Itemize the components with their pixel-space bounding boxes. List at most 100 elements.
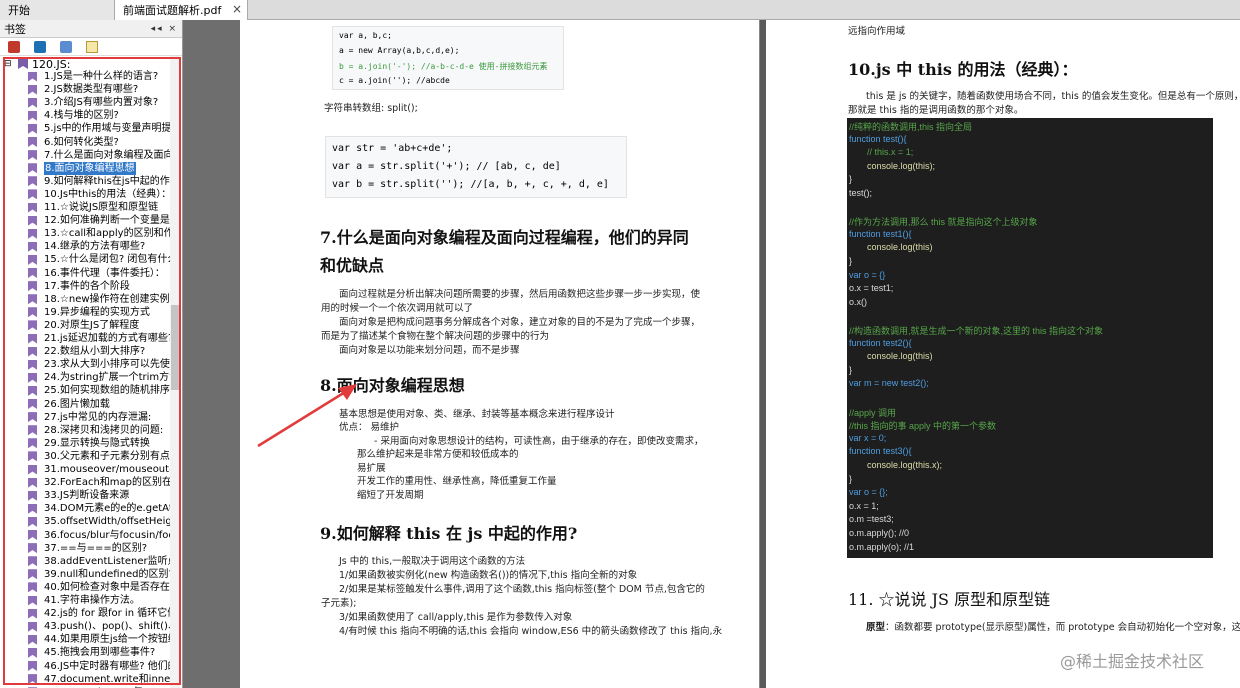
bookmark-tree: ⊟ 120.JS: 1.JS是一种什么样的语言? 2.JS数据类型有哪些? 3.介绍… <box>0 56 183 688</box>
bookmark-item[interactable]: 36.focus/blur与focusin/focusout <box>28 529 178 542</box>
bookmark-item[interactable]: 45.拖拽会用到哪些事件? <box>28 646 178 659</box>
bookmark-item[interactable]: 1.JS是一种什么样的语言? <box>28 70 178 83</box>
bookmark-item[interactable]: 11.☆说说JS原型和原型链 <box>28 201 178 214</box>
code-line: function test1(){ <box>849 228 912 239</box>
bookmark-item[interactable]: 12.如何准确判断一个变量是数组 <box>28 214 178 227</box>
bookmark-item[interactable]: 35.offsetWidth/offsetHeight、c <box>28 515 178 528</box>
code-line: //this 指向的事 apply 中的第一个参数 <box>849 421 997 432</box>
bookmark-item[interactable]: 27.js中常见的内存泄漏: <box>28 411 178 424</box>
paragraph-line: - 采用面向对象思想设计的结构，可读性高，由于继承的存在，即使改变需求， <box>374 436 704 447</box>
bookmark-item[interactable]: 15.☆什么是闭包? 闭包有什么作用 <box>28 253 178 266</box>
bookmark-item[interactable]: 20.对原生JS了解程度 <box>28 319 178 332</box>
bookmark-item[interactable]: 21.js延迟加载的方式有哪些? <box>28 332 178 345</box>
bookmark-item[interactable]: 14.继承的方法有哪些? <box>28 240 178 253</box>
bookmark-icon <box>28 97 37 108</box>
bookmark-icon <box>28 399 37 409</box>
bookmark-item[interactable]: 24.为string扩展一个trim方法,取 <box>28 371 178 384</box>
bookmark-root[interactable]: ⊟ 120.JS: <box>4 57 70 71</box>
bookmark-item[interactable]: 29.显示转换与隐式转换 <box>28 437 178 450</box>
bookmark-item-label: 16.事件代理（事件委托）： <box>44 267 165 279</box>
bookmark-item[interactable]: 46.JS中定时器有哪些? 他们的区 <box>28 660 178 673</box>
bookmark-item-label: 42.js的 for 跟for in 循环它们之间 <box>44 608 178 620</box>
bookmark-item[interactable]: 43.push()、pop()、shift()、uns <box>28 620 178 633</box>
bookmark-item[interactable]: 42.js的 for 跟for in 循环它们之间 <box>28 607 178 620</box>
code-line: // this.x = 1; <box>867 147 914 158</box>
bookmark-item[interactable]: 16.事件代理（事件委托）： <box>28 267 178 280</box>
bookmark-item[interactable]: 41.字符串操作方法。 <box>28 594 178 607</box>
pdf-page-right: 远指向作用域 10.js 中 this 的用法（经典）： this 是 js 的… <box>766 20 1240 688</box>
code-line: var b = str.split(''); //[a, b, +, c, +,… <box>332 179 609 190</box>
bookmark-icon <box>28 346 37 357</box>
paragraph-line: 那么维护起来是非常方便和较低成本的 <box>357 449 519 460</box>
bookmark-item[interactable]: 19.异步编程的实现方式 <box>28 306 178 319</box>
code-line: console.log(this); <box>867 160 936 171</box>
tab-start[interactable]: 开始 <box>0 0 115 20</box>
bookmark-item[interactable]: 2.JS数据类型有哪些? <box>28 83 178 96</box>
heading-11: 11. ☆说说 JS 原型和原型链 <box>848 590 1051 609</box>
bookmark-item-label: 17.事件的各个阶段 <box>44 280 130 292</box>
bookmark-item[interactable]: 39.null和undefined的区别? <box>28 568 178 581</box>
bookmark-item[interactable]: 33.JS判断设备来源 <box>28 489 178 502</box>
bookmark-item-label: 7.什么是面向对象编程及面向过程 <box>44 149 178 161</box>
bookmark-panel-title: 书签 <box>4 22 26 36</box>
bookmark-item[interactable]: 9.如何解释this在js中起的作用? <box>28 175 178 188</box>
bookmark-item-label: 24.为string扩展一个trim方法,取 <box>44 372 178 384</box>
add-bookmark-icon[interactable] <box>8 40 20 53</box>
bookmark-item[interactable]: 37.==与===的区别? <box>28 542 178 555</box>
bookmark-item[interactable]: 10.Js中this的用法（经典）： <box>28 188 178 201</box>
bookmark-item-label: 36.focus/blur与focusin/focusout <box>44 529 178 541</box>
bookmark-icon <box>28 372 37 383</box>
panel-controls-icon[interactable]: ◂◂ × <box>151 24 178 34</box>
bookmark-item-label: 19.异步编程的实现方式 <box>44 306 150 318</box>
bookmark-item[interactable]: 5.js中的作用域与变量声明提升 <box>28 122 178 135</box>
collapse-toggle-icon[interactable]: ⊟ <box>4 59 14 69</box>
code-line: function test2(){ <box>849 337 912 348</box>
bookmark-item[interactable]: 4.栈与堆的区别? <box>28 109 178 122</box>
watermark: @稀土掘金技术社区 <box>1060 652 1205 671</box>
bookmark-item-label: 23.求从大到小排序可以先使数组 <box>44 359 178 371</box>
bookmark-item[interactable]: 18.☆new操作符在创建实例的时候 <box>28 293 178 306</box>
bookmark-item[interactable]: 28.深拷贝和浅拷贝的问题: <box>28 424 178 437</box>
bookmark-item-label: 43.push()、pop()、shift()、uns <box>44 621 178 633</box>
code-line: o.m.apply(); //0 <box>849 528 910 538</box>
bookmark-item[interactable]: 40.如何检查对象中是否存在某个 <box>28 581 178 594</box>
heading-7-cont: 和优缺点 <box>320 256 385 275</box>
close-icon[interactable]: × <box>232 2 242 16</box>
paragraph-line: 3/如果函数使用了 call/apply,this 是作为参数传入对象 <box>339 612 573 623</box>
bookmark-item-label: 6.如何转化类型? <box>44 136 119 148</box>
bookmark-item[interactable]: 31.mouseover/mouseout与mou <box>28 463 178 476</box>
bookmark-item[interactable]: 25.如何实现数组的随机排序? <box>28 384 178 397</box>
bookmark-item[interactable]: 13.☆call和apply的区别和作用? <box>28 227 178 240</box>
bookmark-item[interactable]: 47.document.write和innerHTMl <box>28 673 178 686</box>
bookmark-item[interactable]: 34.DOM元素e的e的e.getAttribut <box>28 502 178 515</box>
paragraph-line: 易扩展 <box>357 463 386 474</box>
bookmark-down-icon[interactable] <box>60 40 72 53</box>
tab-pdf[interactable]: 前端面试题解析.pdf × <box>115 0 248 20</box>
bookmark-item[interactable]: 23.求从大到小排序可以先使数组 <box>28 358 178 371</box>
bookmark-icon <box>28 241 37 252</box>
bookmark-scroll-thumb[interactable] <box>171 305 179 390</box>
heading-9: 9.如何解释 this 在 js 中起的作用? <box>320 524 578 543</box>
bookmark-item-label: 1.JS是一种什么样的语言? <box>44 71 159 82</box>
bookmark-item[interactable]: 8.面向对象编程思想 <box>28 161 178 175</box>
bookmark-item[interactable]: 30.父元素和子元素分别有点击事 <box>28 450 178 463</box>
bookmark-toolbar <box>0 38 182 56</box>
bookmark-icon <box>28 438 37 449</box>
bookmark-item[interactable]: 3.介绍JS有哪些内置对象? <box>28 96 178 109</box>
bookmark-item[interactable]: 38.addEventListener监听点击事 <box>28 555 178 568</box>
bookmark-item[interactable]: 44.如果用原生js给一个按钮绑定 <box>28 633 178 646</box>
bookmark-item[interactable]: 6.如何转化类型? <box>28 136 178 149</box>
bookmark-panel-header: 书签 ◂◂ × <box>0 20 182 38</box>
bookmark-item[interactable]: 17.事件的各个阶段 <box>28 280 178 293</box>
bookmark-item[interactable]: 32.ForEach和map的区别在哪里: <box>28 476 178 489</box>
bookmark-icon <box>28 123 37 134</box>
bookmark-up-icon[interactable] <box>34 40 46 53</box>
bookmark-item-label: 37.==与===的区别? <box>44 542 148 554</box>
bookmark-item[interactable]: 22.数组从小到大排序? <box>28 345 178 358</box>
bookmark-item[interactable]: 7.什么是面向对象编程及面向过程 <box>28 149 178 162</box>
paragraph-line: this 是 js 的关键字，随着函数使用场合不同，this 的值会发生变化。但… <box>866 91 1240 102</box>
bookmark-item[interactable]: 26.图片懒加载 <box>28 398 178 411</box>
bookmark-icon <box>28 634 37 645</box>
bookmark-item-label: 40.如何检查对象中是否存在某个 <box>44 581 178 593</box>
page-icon[interactable] <box>86 40 98 53</box>
